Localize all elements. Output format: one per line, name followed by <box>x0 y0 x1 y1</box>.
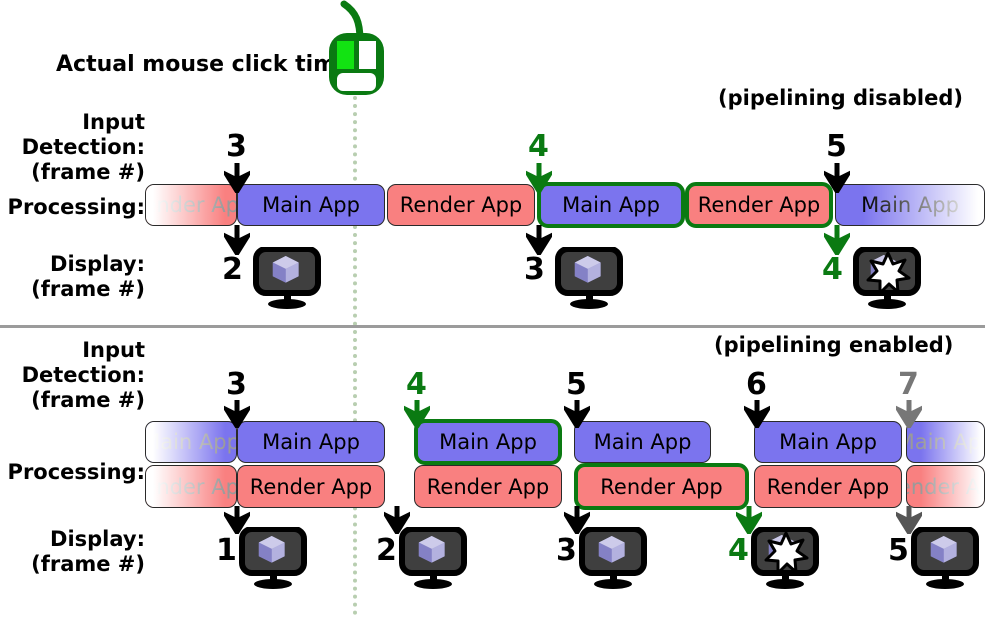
main-bar-2-bottom-highlighted: Main App <box>414 419 562 465</box>
input-frame-number-1-top: 4 <box>528 129 549 164</box>
arrow-down-icon <box>220 163 254 197</box>
mouse-icon <box>322 0 392 100</box>
bar-label: Render App <box>697 193 821 217</box>
input-frame-number-1-bottom: 4 <box>406 367 427 402</box>
main-bar-4-bottom: Main App <box>754 421 902 463</box>
bar-label: Main App <box>779 430 877 454</box>
bar-label: Render App <box>907 474 984 499</box>
render-bar-2-bottom: Render App <box>414 465 562 508</box>
processing-bar-main-1-top: Main App <box>237 184 385 226</box>
monitor-cube-icon <box>398 526 468 593</box>
arrow-down-icon <box>220 400 254 432</box>
processing-bar-main-5-top: Main App <box>835 184 985 226</box>
monitor-cube-icon <box>554 246 624 313</box>
main-bar-3-bottom: Main App <box>574 421 711 463</box>
arrow-down-icon <box>892 400 926 432</box>
arrow-down-icon <box>522 163 556 197</box>
bar-label: Main App <box>262 430 360 454</box>
monitor-cube-icon <box>910 526 980 593</box>
arrow-down-icon <box>400 400 434 432</box>
render-bar-3-bottom-highlighted: Render App <box>574 463 749 510</box>
mode-label-bottom: (pipelining enabled) <box>714 333 954 357</box>
section-divider <box>0 325 985 328</box>
bar-label: Main App <box>861 193 959 217</box>
input-frame-number-2-top: 5 <box>826 129 847 164</box>
display-frame-number-1-bottom: 2 <box>376 533 397 568</box>
bar-label: Render App <box>600 474 723 499</box>
display-frame-number-1-top: 3 <box>524 252 545 287</box>
display-frame-number-2-top: 4 <box>822 252 843 287</box>
bar-label: Render App <box>426 474 550 499</box>
render-bar-4-bottom: Render App <box>754 465 902 508</box>
display-frame-number-0-top: 2 <box>222 252 243 287</box>
main-bar-1-bottom: Main App <box>237 421 385 463</box>
monitor-cube-icon <box>252 246 322 313</box>
bar-label: Main App <box>562 193 660 217</box>
display-frame-number-2-bottom: 3 <box>556 533 577 568</box>
mode-label-top: (pipelining disabled) <box>718 86 963 110</box>
processing-bar-render-2-top: Render App <box>387 184 535 226</box>
input-detection-label-bottom: Input Detection: (frame #) <box>21 338 145 412</box>
render-bar-0-bottom: Render App <box>145 465 237 508</box>
bar-label: Main App <box>262 193 360 217</box>
display-frame-number-0-bottom: 1 <box>216 533 237 568</box>
display-label-top: Display: (frame #) <box>31 252 145 301</box>
monitor-star-icon <box>750 526 820 593</box>
monitor-cube-icon <box>238 526 308 593</box>
input-frame-number-3-bottom: 6 <box>746 367 767 402</box>
processing-bar-render-4-top-highlighted: Render App <box>685 182 833 228</box>
render-bar-5-bottom: Render App <box>906 465 985 508</box>
bar-label: Main App <box>439 430 537 454</box>
bar-label: Main App <box>593 430 692 454</box>
bar-label: Main App <box>145 430 237 454</box>
bar-label: Render App <box>145 474 236 499</box>
bar-label: Render App <box>249 474 373 499</box>
render-bar-1-bottom: Render App <box>237 465 385 508</box>
bar-label: Render App <box>399 193 523 217</box>
display-label-bottom: Display: (frame #) <box>31 527 145 576</box>
arrow-down-icon <box>820 163 854 197</box>
monitor-star-icon <box>852 246 922 313</box>
arrow-down-icon <box>560 400 594 432</box>
input-detection-label-top: Input Detection: (frame #) <box>21 110 145 184</box>
input-frame-number-2-bottom: 5 <box>566 367 587 402</box>
arrow-down-icon <box>740 400 774 432</box>
display-frame-number-4-bottom: 5 <box>888 533 909 568</box>
actual-mouse-click-time-label: Actual mouse click time: <box>56 52 360 77</box>
input-frame-number-4-bottom: 7 <box>898 367 919 402</box>
pipelining-latency-diagram: Actual mouse click time: (pipelining dis… <box>0 0 985 619</box>
monitor-cube-icon <box>578 526 648 593</box>
processing-label-top: Processing: <box>7 195 145 219</box>
processing-label-bottom: Processing: <box>7 460 145 484</box>
input-frame-number-0-top: 3 <box>226 129 247 164</box>
display-frame-number-3-bottom: 4 <box>728 533 749 568</box>
input-frame-number-0-bottom: 3 <box>226 367 247 402</box>
bar-label: Main App <box>907 430 984 454</box>
bar-label: Render App <box>766 474 890 499</box>
processing-bar-main-3-top-highlighted: Main App <box>537 182 685 228</box>
